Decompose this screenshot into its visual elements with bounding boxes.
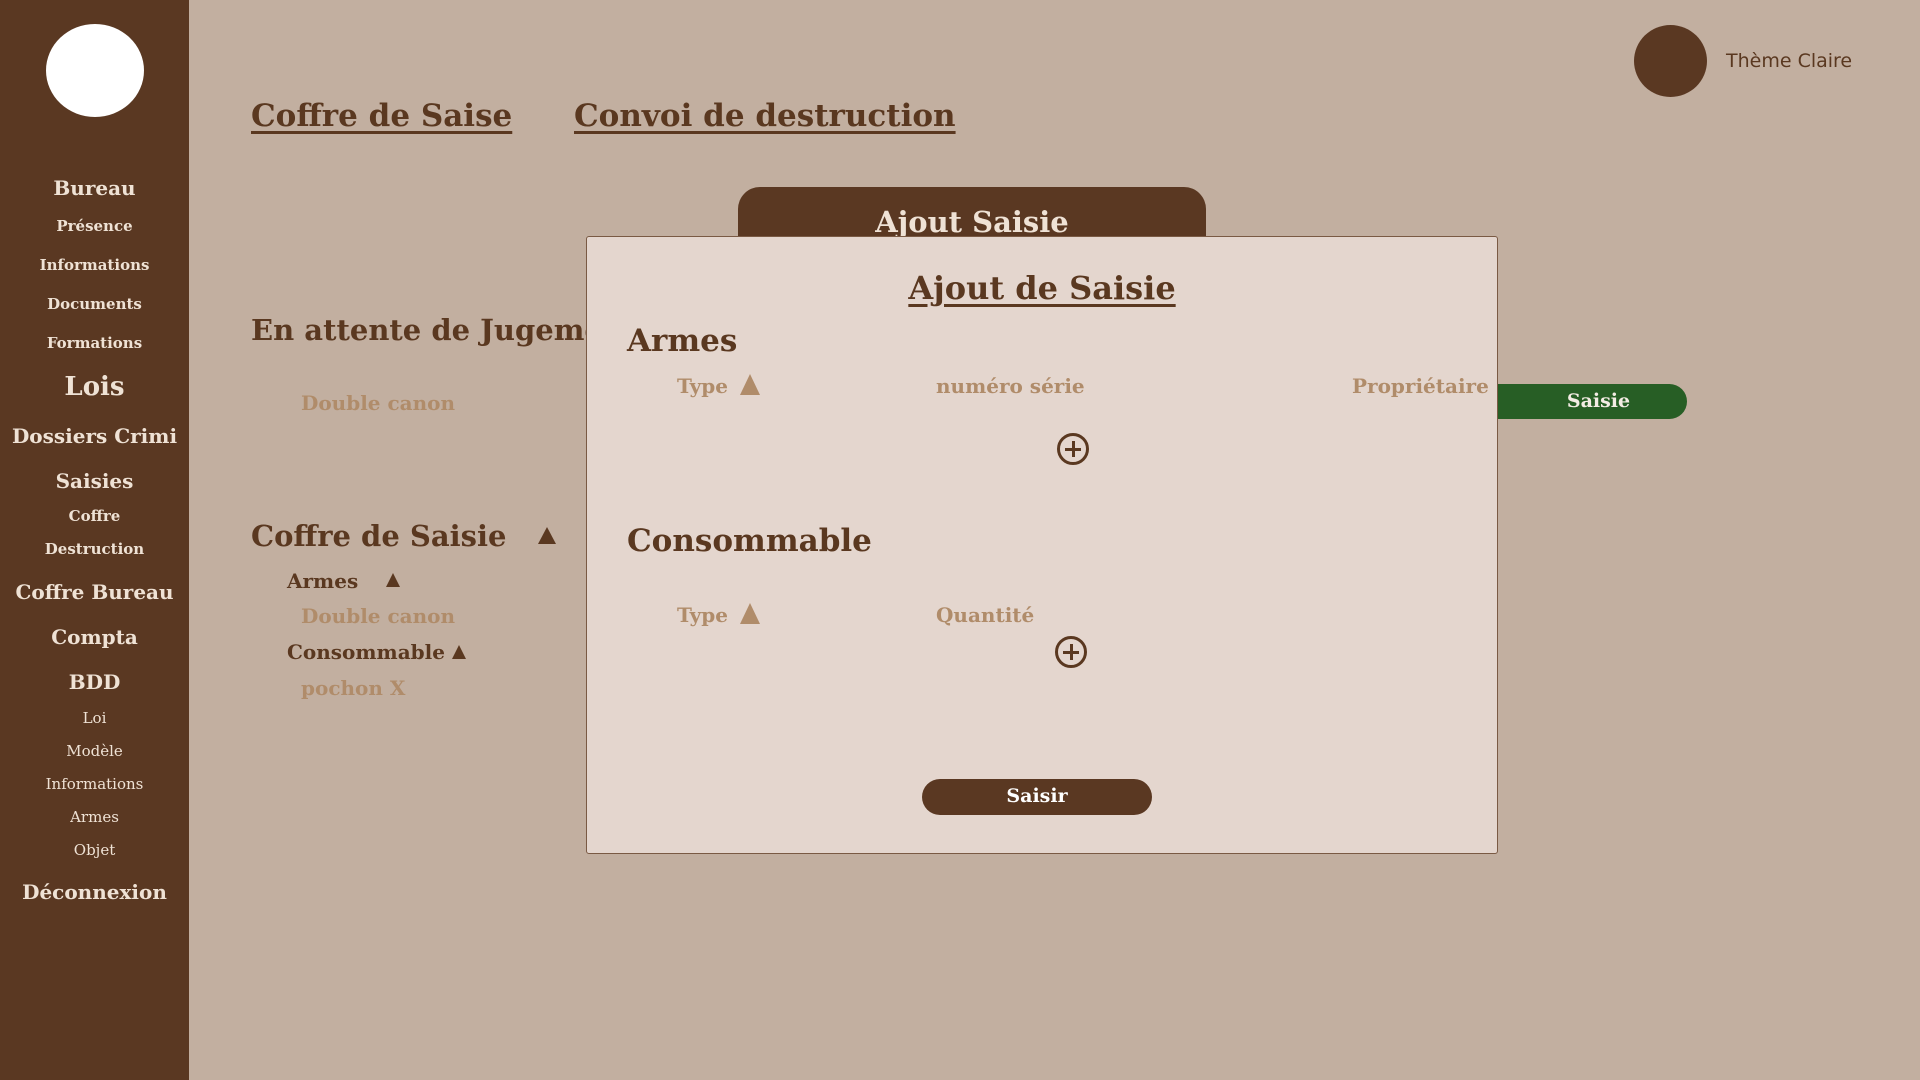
- pending-title: En attente de Jugemen: [251, 313, 624, 347]
- consommable-heading: Consommable: [627, 523, 872, 559]
- nav-loi[interactable]: Loi: [0, 709, 189, 727]
- collapse-consommable-icon[interactable]: [452, 645, 466, 659]
- nav-bdd[interactable]: BDD: [0, 670, 189, 694]
- coffre-consommable-item[interactable]: pochon X: [301, 676, 405, 700]
- nav-formations[interactable]: Formations: [0, 334, 189, 352]
- modal-title: Ajout de Saisie: [908, 269, 1176, 307]
- consommable-col-type[interactable]: Type: [677, 603, 728, 627]
- nav-lois[interactable]: Lois: [0, 372, 189, 402]
- nav-bdd-informations[interactable]: Informations: [0, 775, 189, 793]
- theme-toggle[interactable]: [1634, 25, 1707, 97]
- consommable-col-qty: Quantité: [936, 603, 1035, 627]
- coffre-title: Coffre de Saisie: [251, 519, 507, 553]
- nav-modele[interactable]: Modèle: [0, 742, 189, 760]
- tab-coffre-de-saise[interactable]: Coffre de Saise: [251, 98, 512, 134]
- nav-bureau[interactable]: Bureau: [0, 176, 189, 200]
- nav-informations[interactable]: Informations: [0, 256, 189, 274]
- sort-consommable-type-icon[interactable]: [740, 603, 760, 624]
- add-arme-icon[interactable]: [1057, 433, 1089, 465]
- sort-armes-type-icon[interactable]: [740, 374, 760, 395]
- sidebar: Bureau Présence Informations Documents F…: [0, 0, 189, 1080]
- nav-coffre[interactable]: Coffre: [0, 507, 189, 525]
- nav-armes[interactable]: Armes: [0, 808, 189, 826]
- nav-saisies[interactable]: Saisies: [0, 469, 189, 493]
- nav-objet[interactable]: Objet: [0, 841, 189, 859]
- armes-col-serial: numéro série: [936, 374, 1085, 398]
- armes-col-type[interactable]: Type: [677, 374, 728, 398]
- armes-heading: Armes: [627, 323, 738, 359]
- nav-presence[interactable]: Présence: [0, 217, 189, 235]
- pending-item[interactable]: Double canon: [301, 391, 455, 415]
- coffre-consommable-label: Consommable: [287, 640, 445, 664]
- ajout-saisie-modal: Ajout de Saisie Armes Type numéro série …: [586, 236, 1498, 854]
- add-consommable-icon[interactable]: [1055, 636, 1087, 668]
- saisir-button[interactable]: Saisir: [922, 779, 1152, 815]
- armes-col-owner: Propriétaire: [1352, 374, 1489, 398]
- nav-documents[interactable]: Documents: [0, 295, 189, 313]
- collapse-armes-icon[interactable]: [386, 573, 400, 587]
- coffre-armes-label: Armes: [287, 569, 359, 593]
- nav-deconnexion[interactable]: Déconnexion: [0, 880, 189, 904]
- nav-destruction[interactable]: Destruction: [0, 540, 189, 558]
- coffre-armes-item[interactable]: Double canon: [301, 604, 455, 628]
- nav-dossiers-crimi[interactable]: Dossiers Crimi: [0, 424, 189, 448]
- collapse-coffre-icon[interactable]: [538, 527, 556, 544]
- nav-coffre-bureau[interactable]: Coffre Bureau: [0, 580, 189, 604]
- tab-convoi-de-destruction[interactable]: Convoi de destruction: [574, 98, 956, 134]
- theme-label: Thème Claire: [1726, 50, 1853, 72]
- logo: [46, 24, 144, 117]
- nav-compta[interactable]: Compta: [0, 625, 189, 649]
- saisie-button[interactable]: Saisie: [1480, 384, 1687, 419]
